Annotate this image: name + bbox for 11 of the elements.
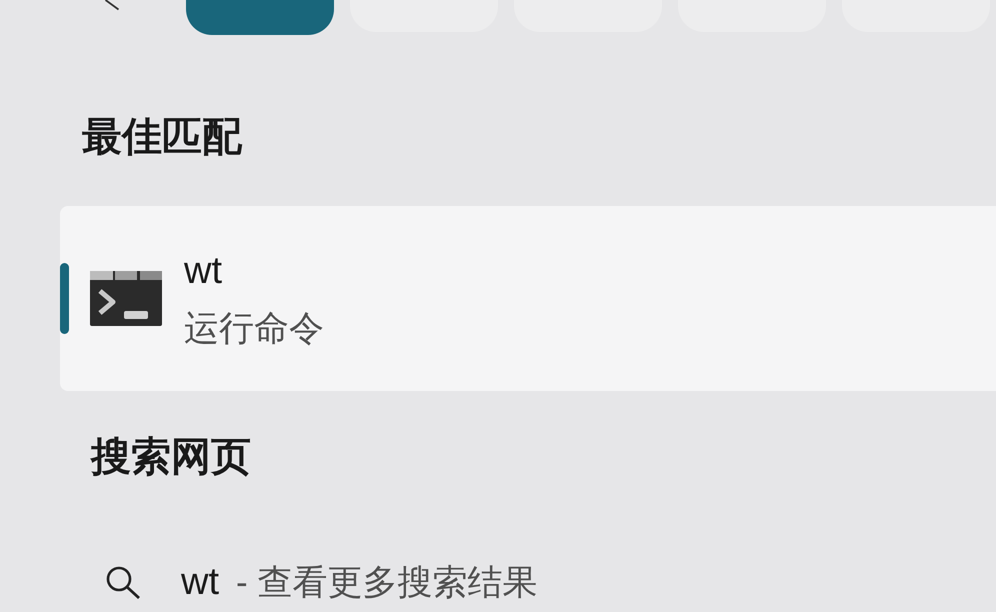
search-suggestion[interactable]: - 查看更多搜索结果 <box>236 564 538 600</box>
terminal-icon <box>90 271 162 326</box>
search-query[interactable]: wt <box>181 563 219 601</box>
section-heading: 最佳匹配 <box>82 117 242 157</box>
section-heading: 搜索网页 <box>91 437 251 477</box>
result-subtitle: 运行命令 <box>184 310 324 346</box>
filter-tab[interactable] <box>186 0 334 35</box>
result-title: wt <box>184 252 222 290</box>
result-card[interactable]: wt 运行命令 <box>60 206 996 391</box>
search-icon <box>105 565 141 599</box>
back-chevron-icon[interactable] <box>104 0 120 11</box>
